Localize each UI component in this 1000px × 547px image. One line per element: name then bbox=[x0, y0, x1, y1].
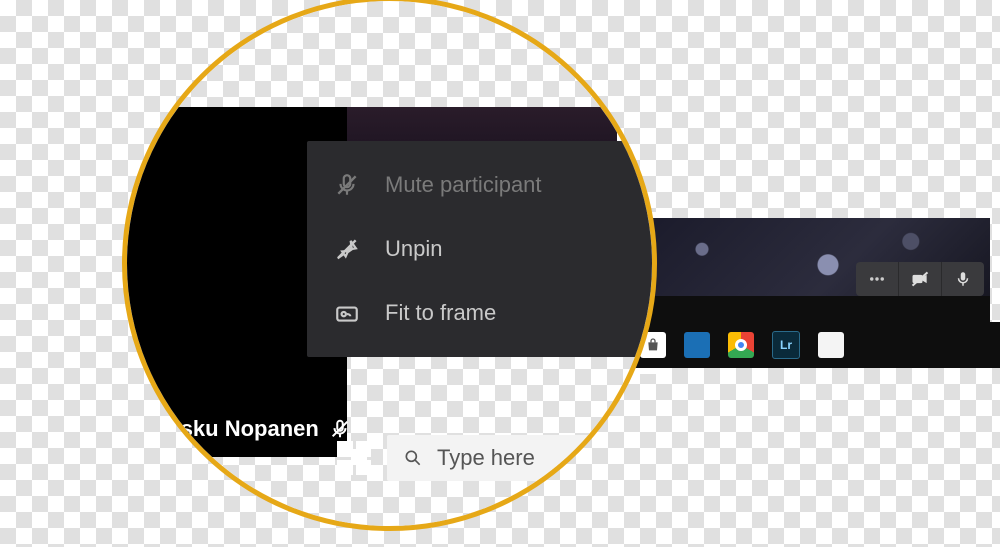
windows-start-button[interactable] bbox=[337, 441, 371, 475]
desktop-fragment: Lr bbox=[630, 218, 990, 368]
taskbar-app-generic[interactable] bbox=[684, 332, 710, 358]
taskbar-app-lightroom[interactable]: Lr bbox=[772, 331, 800, 359]
menu-item-label: Mute participant bbox=[385, 172, 542, 198]
camera-off-button[interactable] bbox=[899, 262, 942, 296]
more-button[interactable] bbox=[856, 262, 899, 296]
menu-item-unpin[interactable]: Unpin bbox=[307, 217, 657, 281]
taskbar-search-box[interactable]: Type here bbox=[387, 435, 657, 481]
menu-item-mute-participant: Mute participant bbox=[307, 153, 657, 217]
menu-item-fit-to-frame[interactable]: Fit to frame bbox=[307, 281, 657, 345]
mic-button[interactable] bbox=[942, 262, 984, 296]
search-placeholder: Type here bbox=[437, 445, 535, 471]
participant-name-overlay: Vesku Nopanen bbox=[155, 416, 351, 442]
unpin-icon bbox=[333, 235, 361, 263]
participant-name: Vesku Nopanen bbox=[155, 416, 319, 442]
taskbar-app-chrome[interactable] bbox=[728, 332, 754, 358]
meeting-toolbar bbox=[856, 262, 984, 296]
windows-taskbar-fragment: Lr bbox=[630, 322, 1000, 368]
search-icon bbox=[403, 448, 423, 468]
menu-item-label: Fit to frame bbox=[385, 300, 496, 326]
mic-muted-icon bbox=[329, 418, 351, 440]
frame-icon bbox=[333, 299, 361, 327]
mic-off-icon bbox=[333, 171, 361, 199]
participant-context-menu: Mute participant Unpin bbox=[307, 141, 657, 357]
menu-item-label: Unpin bbox=[385, 236, 442, 262]
taskbar-app-page[interactable] bbox=[818, 332, 844, 358]
magnifier-lens: Mute participant Unpin bbox=[122, 0, 657, 531]
